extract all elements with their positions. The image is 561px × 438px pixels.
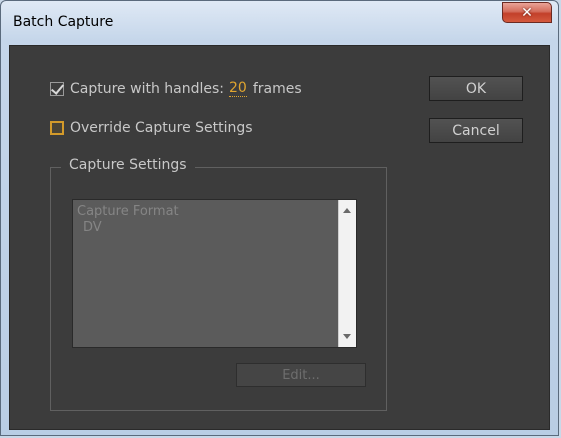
dialog-body: Capture with handles: 20 frames Override… [9,45,550,430]
capture-handles-label: Capture with handles: [70,80,224,97]
capture-settings-list[interactable]: Capture Format DV [72,199,357,348]
ok-button[interactable]: OK [429,76,523,101]
cancel-button[interactable]: Cancel [429,118,523,143]
handles-frames-input[interactable]: 20 [229,80,247,97]
override-capture-settings-checkbox[interactable] [50,121,64,135]
close-button[interactable]: ✕ [502,2,552,23]
title-bar[interactable]: Batch Capture ✕ [1,1,558,45]
scroll-down-icon[interactable] [343,334,351,339]
capture-handles-checkbox[interactable] [50,81,64,96]
override-capture-settings-label: Override Capture Settings [70,120,253,136]
close-icon: ✕ [521,4,533,21]
override-row: Override Capture Settings [50,120,253,136]
capture-format-value: DV [83,220,102,235]
scroll-up-icon[interactable] [343,208,351,213]
batch-capture-window: Batch Capture ✕ Capture with handles: 20… [0,0,559,436]
edit-button[interactable]: Edit... [236,363,366,387]
frames-unit-label: frames [252,80,302,97]
list-scrollbar[interactable] [338,200,356,347]
window-title: Batch Capture [13,14,114,30]
capture-settings-title: Capture Settings [61,157,195,173]
capture-format-label: Capture Format [77,204,179,219]
capture-settings-group: Capture Settings Capture Format DV Edit.… [50,157,387,411]
capture-handles-row: Capture with handles: 20 frames [50,80,302,97]
